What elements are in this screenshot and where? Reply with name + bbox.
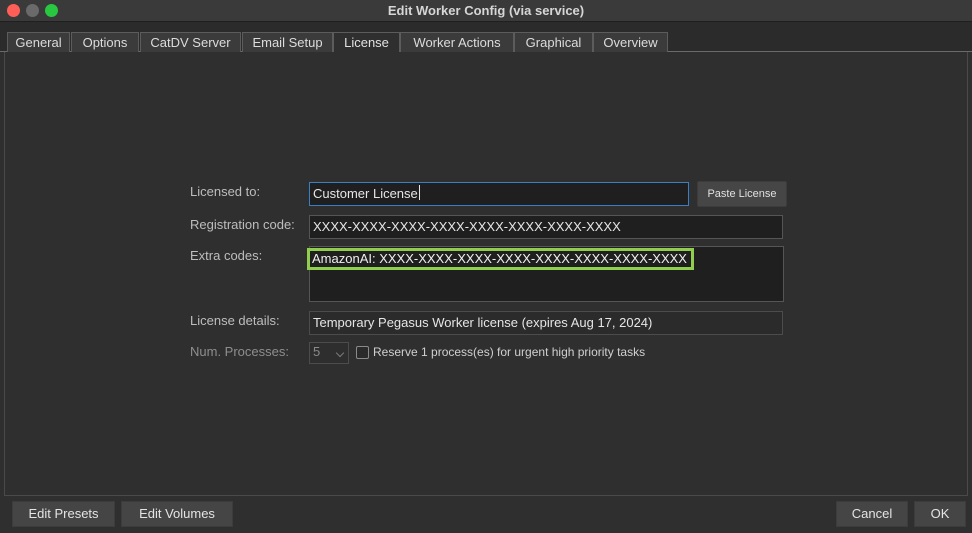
reserve-process-checkbox[interactable] <box>356 346 369 359</box>
registration-code-label: Registration code: <box>190 217 295 232</box>
licensed-to-label: Licensed to: <box>190 184 261 199</box>
license-details-label: License details: <box>190 313 280 328</box>
tab-graphical[interactable]: Graphical <box>514 32 593 53</box>
edit-volumes-button[interactable]: Edit Volumes <box>121 501 233 527</box>
chevron-down-icon <box>335 348 345 358</box>
tab-overview[interactable]: Overview <box>593 32 668 53</box>
tab-catdv-server[interactable]: CatDV Server <box>140 32 241 53</box>
tab-worker-actions[interactable]: Worker Actions <box>400 32 514 53</box>
registration-code-field[interactable]: XXXX-XXXX-XXXX-XXXX-XXXX-XXXX-XXXX-XXXX <box>309 215 783 239</box>
extra-codes-label: Extra codes: <box>190 248 263 263</box>
text-caret <box>418 185 420 200</box>
licensed-to-value: Customer License <box>313 186 418 201</box>
tab-bar: General Options CatDV Server Email Setup… <box>0 22 972 54</box>
cancel-button[interactable]: Cancel <box>836 501 908 527</box>
edit-presets-button[interactable]: Edit Presets <box>12 501 115 527</box>
num-processes-value: 5 <box>313 344 321 359</box>
tab-email-setup[interactable]: Email Setup <box>242 32 333 53</box>
licensed-to-field[interactable]: Customer License <box>309 182 689 206</box>
tab-license[interactable]: License <box>333 32 400 54</box>
extra-codes-highlighted-entry: AmazonAI: XXXX-XXXX-XXXX-XXXX-XXXX-XXXX-… <box>307 248 694 270</box>
tab-general[interactable]: General <box>7 32 70 53</box>
license-details-field: Temporary Pegasus Worker license (expire… <box>309 311 783 335</box>
ok-button[interactable]: OK <box>914 501 966 527</box>
num-processes-label: Num. Processes: <box>190 344 289 359</box>
title-bar: Edit Worker Config (via service) <box>0 0 972 22</box>
reserve-process-label: Reserve 1 process(es) for urgent high pr… <box>373 345 646 359</box>
num-processes-select[interactable]: 5 <box>309 342 349 364</box>
bottom-button-bar: Edit Presets Edit Volumes Cancel OK <box>0 496 972 533</box>
window-title: Edit Worker Config (via service) <box>387 3 585 18</box>
paste-license-button[interactable]: Paste License <box>697 181 787 207</box>
tab-options[interactable]: Options <box>71 32 139 53</box>
